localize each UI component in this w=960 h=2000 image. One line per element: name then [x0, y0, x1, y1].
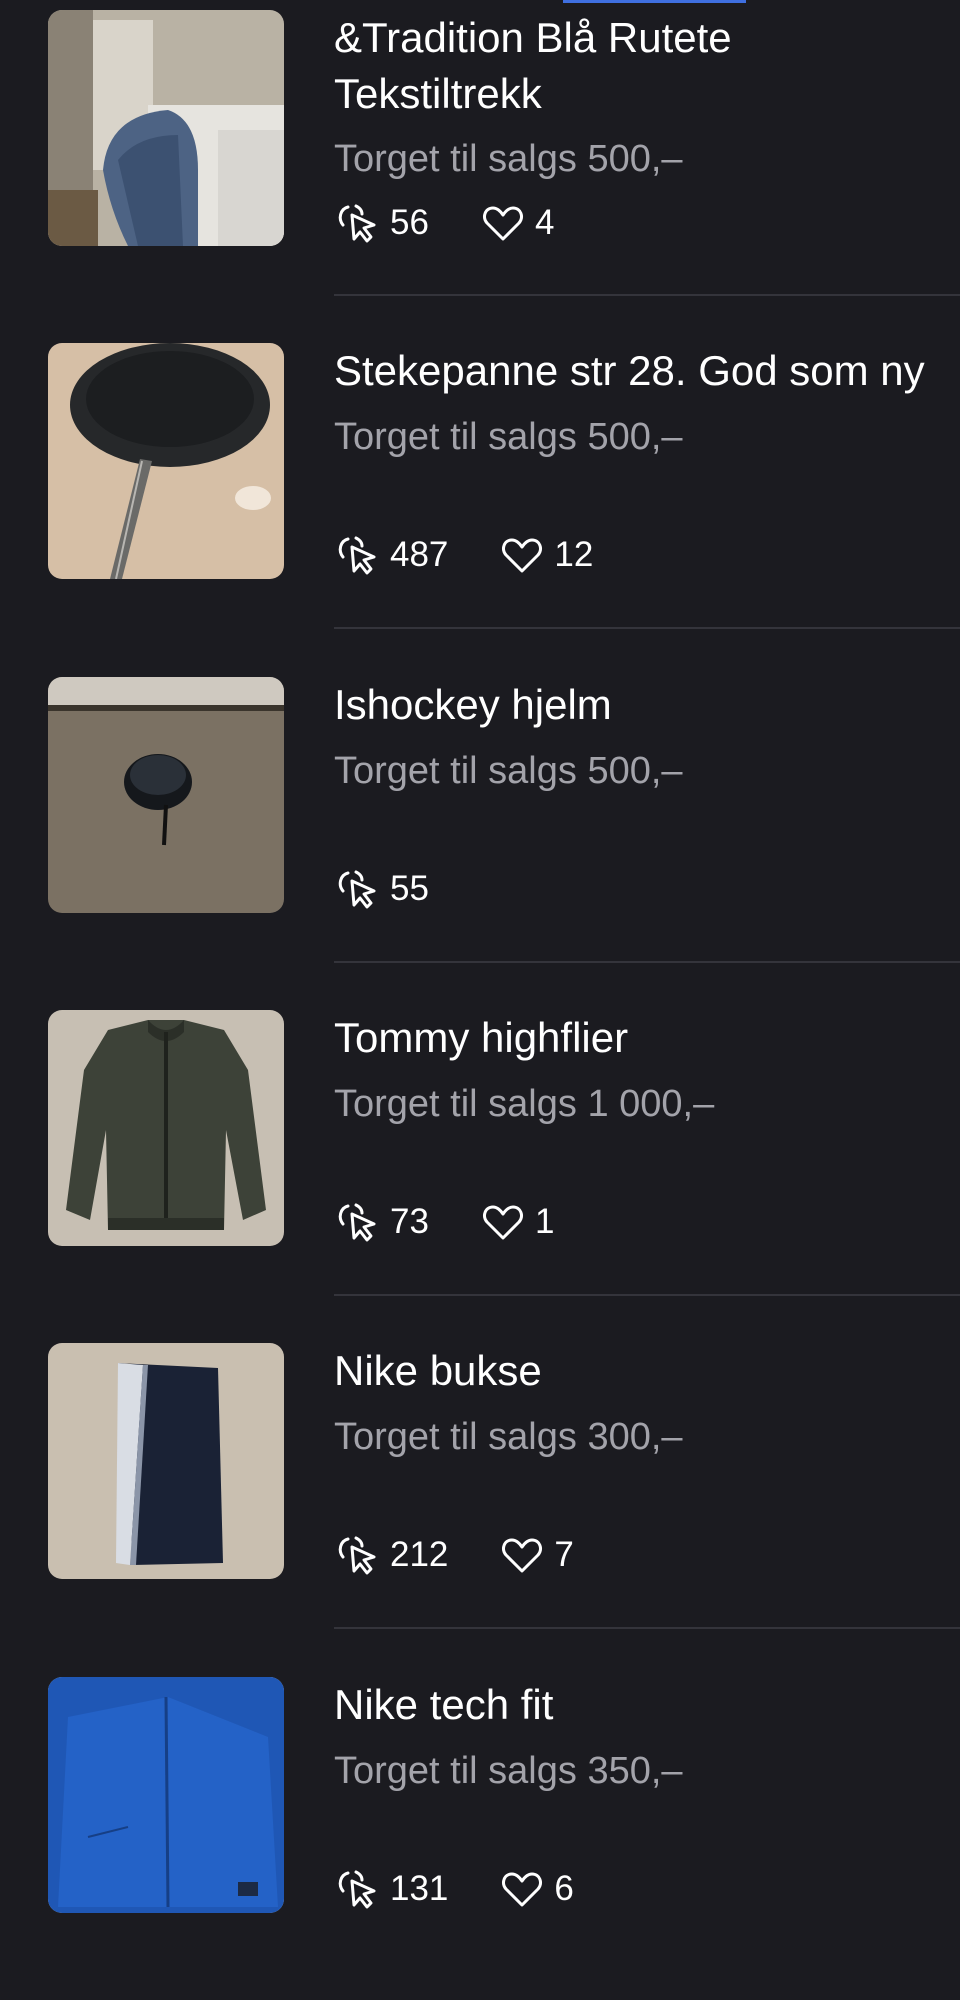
listing-thumbnail[interactable]: [48, 1677, 284, 1913]
likes-stat[interactable]: 12: [498, 531, 593, 579]
divider: [334, 627, 960, 629]
listing-item[interactable]: Stekepanne str 28. God som ny Torget til…: [0, 333, 960, 666]
listing-price: Torget til salgs 350,–: [334, 1750, 683, 1792]
likes-count: 12: [554, 535, 594, 574]
listing-stats: 487 12: [334, 530, 643, 580]
cursor-click-icon: [334, 1198, 382, 1246]
listing-title[interactable]: Ishockey hjelm: [334, 677, 960, 733]
listing-title[interactable]: Stekepanne str 28. God som ny: [334, 343, 960, 399]
listing-thumbnail[interactable]: [48, 343, 284, 579]
clicks-stat: 56: [334, 199, 429, 247]
likes-stat[interactable]: 7: [498, 1531, 574, 1579]
listing-stats: 55: [334, 864, 479, 914]
clicks-count: 212: [390, 1535, 449, 1574]
listing-price: Torget til salgs 500,–: [334, 416, 683, 458]
listing-stats: 56 4: [334, 198, 604, 248]
listing-item[interactable]: Nike tech fit Torget til salgs 350,– 131…: [0, 1667, 960, 2000]
cursor-click-icon: [334, 1865, 382, 1913]
cursor-click-icon: [334, 199, 382, 247]
listing-item[interactable]: Tommy highflier Torget til salgs 1 000,–…: [0, 1000, 960, 1333]
likes-count: 1: [534, 1202, 555, 1241]
listing-item[interactable]: &Tradition Blå Rutete Tekstiltrekk Torge…: [0, 0, 960, 333]
clicks-stat: 212: [334, 1531, 448, 1579]
likes-stat[interactable]: 6: [498, 1865, 574, 1913]
heart-icon[interactable]: [498, 531, 546, 579]
clicks-count: 56: [390, 203, 429, 242]
listing-title[interactable]: Tommy highflier: [334, 1010, 960, 1066]
listing-title[interactable]: Nike bukse: [334, 1343, 960, 1399]
cursor-click-icon: [334, 531, 382, 579]
clicks-count: 487: [390, 535, 449, 574]
listing-price: Torget til salgs 1 000,–: [334, 1083, 715, 1125]
listing-title[interactable]: Nike tech fit: [334, 1677, 960, 1733]
listing-thumbnail[interactable]: [48, 1010, 284, 1246]
listing-thumbnail[interactable]: [48, 1343, 284, 1579]
clicks-stat: 73: [334, 1198, 429, 1246]
listing-title[interactable]: &Tradition Blå Rutete Tekstiltrekk: [334, 10, 894, 122]
cursor-click-icon: [334, 1531, 382, 1579]
likes-count: 6: [554, 1869, 574, 1908]
clicks-count: 73: [390, 1202, 429, 1241]
likes-count: 7: [554, 1535, 574, 1574]
listing-price: Torget til salgs 500,–: [334, 138, 683, 180]
divider: [334, 294, 960, 296]
heart-icon[interactable]: [479, 1198, 527, 1246]
divider: [334, 961, 960, 963]
cursor-click-icon: [334, 865, 382, 913]
listing-thumbnail[interactable]: [48, 677, 284, 913]
listing-price: Torget til salgs 300,–: [334, 1416, 683, 1458]
listing-price: Torget til salgs 500,–: [334, 750, 683, 792]
clicks-stat: 131: [334, 1865, 448, 1913]
clicks-stat: 487: [334, 531, 448, 579]
clicks-count: 131: [390, 1869, 449, 1908]
heart-icon[interactable]: [479, 199, 527, 247]
likes-count: 4: [534, 203, 555, 242]
divider: [334, 1294, 960, 1296]
listing-stats: 73 1: [334, 1197, 604, 1247]
listing-item[interactable]: Nike bukse Torget til salgs 300,– 212 7: [0, 1333, 960, 1666]
heart-icon[interactable]: [498, 1531, 546, 1579]
likes-stat[interactable]: 4: [479, 199, 554, 247]
likes-stat[interactable]: 1: [479, 1198, 554, 1246]
listing-stats: 212 7: [334, 1530, 624, 1580]
listing-item[interactable]: Ishockey hjelm Torget til salgs 500,– 55: [0, 667, 960, 1000]
divider: [334, 1627, 960, 1629]
clicks-stat: 55: [334, 865, 429, 913]
listing-stats: 131 6: [334, 1864, 624, 1914]
heart-icon[interactable]: [498, 1865, 546, 1913]
listing-thumbnail[interactable]: [48, 10, 284, 246]
clicks-count: 55: [390, 869, 429, 908]
